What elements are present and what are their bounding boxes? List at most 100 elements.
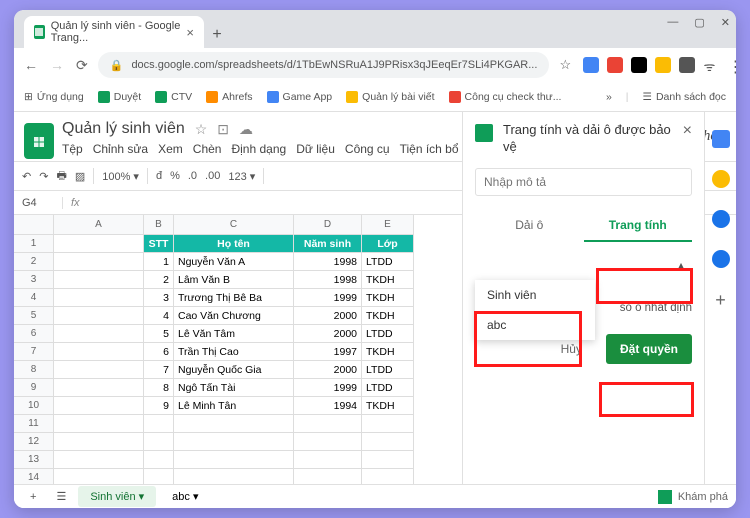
cell[interactable] [294,433,362,451]
cell[interactable]: 1999 [294,289,362,307]
bookmark-item[interactable]: CTV [155,91,192,103]
row-header[interactable]: 5 [14,307,54,325]
add-sheet-button[interactable]: + [22,487,44,507]
cell[interactable]: Nguyễn Văn A [174,253,294,271]
percent-button[interactable]: % [170,170,180,182]
menu-edit[interactable]: Chỉnh sửa [93,142,148,156]
cell[interactable] [294,415,362,433]
cell[interactable] [144,433,174,451]
cell[interactable] [362,433,414,451]
description-input[interactable] [475,168,692,196]
cell[interactable] [54,325,144,343]
row-header[interactable]: 6 [14,325,54,343]
zoom-select[interactable]: 100% ▾ [102,170,139,183]
minimize-icon[interactable]: — [667,16,678,29]
ext-icon[interactable]: ᯤ [703,57,719,73]
cell[interactable] [294,451,362,469]
maximize-icon[interactable]: ▢ [694,16,704,29]
undo-icon[interactable]: ↶ [22,170,31,183]
cell[interactable]: 8 [144,379,174,397]
menu-data[interactable]: Dữ liệu [296,142,335,156]
set-permissions-button[interactable]: Đặt quyền [606,334,692,364]
dec-increase-button[interactable]: .00 [205,170,220,182]
cell[interactable]: 2000 [294,325,362,343]
column-header[interactable]: D [294,215,362,235]
row-header[interactable]: 1 [14,235,54,253]
cell[interactable]: 9 [144,397,174,415]
column-header[interactable]: C [174,215,294,235]
cell[interactable] [54,289,144,307]
cell[interactable] [144,415,174,433]
cell[interactable]: Lê Minh Tân [174,397,294,415]
row-header[interactable]: 2 [14,253,54,271]
cell[interactable]: STT [144,235,174,253]
sheets-logo-icon[interactable] [24,123,54,159]
cell[interactable] [174,433,294,451]
redo-icon[interactable]: ↷ [39,170,48,183]
contacts-icon[interactable] [712,250,730,268]
cell[interactable]: 6 [144,343,174,361]
cell[interactable]: Lê Văn Tâm [174,325,294,343]
explore-button[interactable]: Khám phá [658,490,728,504]
reload-icon[interactable]: ⟳ [76,57,88,74]
cell[interactable]: 3 [144,289,174,307]
back-icon[interactable]: ← [24,57,38,74]
dropdown-option[interactable]: abc [475,310,595,340]
cell[interactable]: LTDD [362,379,414,397]
cell[interactable]: 2000 [294,307,362,325]
cell[interactable] [54,415,144,433]
cell[interactable] [54,271,144,289]
cell[interactable]: TKDH [362,343,414,361]
tab-sheet[interactable]: Trang tính [584,210,693,242]
row-header[interactable]: 4 [14,289,54,307]
keep-icon[interactable] [712,170,730,188]
row-header[interactable]: 12 [14,433,54,451]
sheet-tab[interactable]: Sinh viên ▾ [78,486,156,507]
folder-icon[interactable]: ⊡ [217,121,229,138]
cell[interactable]: LTDD [362,361,414,379]
cell[interactable]: Lớp [362,235,414,253]
cell[interactable] [54,451,144,469]
ext-icon[interactable] [583,57,599,73]
cell[interactable] [144,451,174,469]
currency-button[interactable]: đ [156,170,162,182]
cell[interactable] [54,433,144,451]
cell[interactable] [362,451,414,469]
cell[interactable]: Năm sinh [294,235,362,253]
star-icon[interactable]: ☆ [195,121,208,138]
sheet-dropdown[interactable]: ▴ Sinh viên abc [475,250,692,280]
cell[interactable]: Nguyễn Quốc Gia [174,361,294,379]
cell[interactable] [54,397,144,415]
cell[interactable]: 7 [144,361,174,379]
ext-icon[interactable] [679,57,695,73]
cell[interactable]: TKDH [362,307,414,325]
cell[interactable]: Họ tên [174,235,294,253]
browser-tab[interactable]: Quản lý sinh viên - Google Trang... × [24,16,204,48]
cell[interactable]: TKDH [362,289,414,307]
cell[interactable] [54,253,144,271]
cell[interactable]: Ngô Tấn Tài [174,379,294,397]
cell[interactable]: 1994 [294,397,362,415]
cell[interactable]: LTDD [362,325,414,343]
row-header[interactable]: 8 [14,361,54,379]
ext-icon[interactable] [607,57,623,73]
row-header[interactable]: 7 [14,343,54,361]
bookmark-item[interactable]: Công cụ check thư... [449,91,562,103]
menu-icon[interactable]: ⋮ [727,57,736,73]
cell[interactable]: 1 [144,253,174,271]
cell[interactable] [54,379,144,397]
cell[interactable] [54,361,144,379]
new-tab-button[interactable]: + [204,22,230,48]
ext-icon[interactable] [655,57,671,73]
cell[interactable] [54,307,144,325]
sheet-tab[interactable]: abc ▾ [160,486,210,507]
cell[interactable]: 5 [144,325,174,343]
add-addon-icon[interactable]: + [715,290,726,311]
menu-file[interactable]: Tệp [62,142,83,156]
all-sheets-button[interactable]: ☰ [48,486,74,507]
menu-insert[interactable]: Chèn [193,142,222,156]
cell[interactable]: TKDH [362,397,414,415]
cell[interactable]: 1997 [294,343,362,361]
cell[interactable]: Trương Thị Bê Ba [174,289,294,307]
row-header[interactable]: 11 [14,415,54,433]
